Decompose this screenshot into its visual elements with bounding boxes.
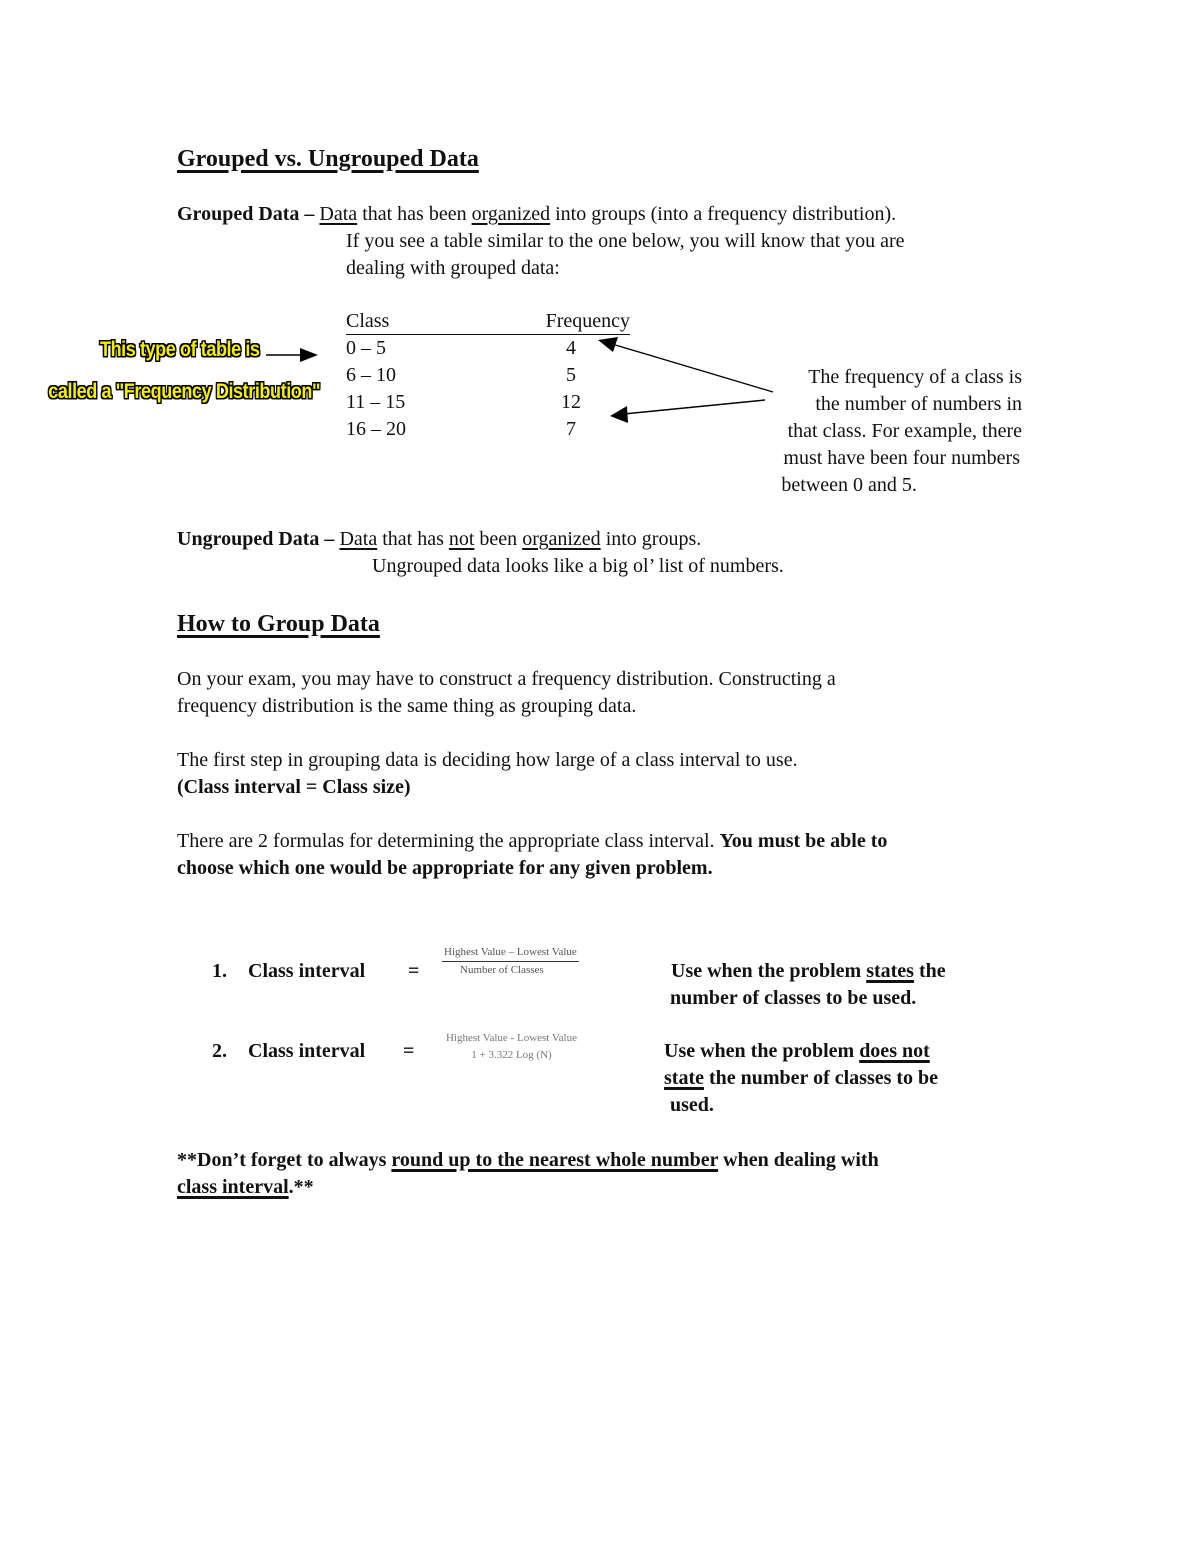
table-row: 0 – 5 4	[346, 335, 630, 362]
ungrouped-def-not: not	[448, 528, 475, 550]
para3-normal: There are 2 formulas for determining the…	[177, 830, 720, 852]
grouped-data-line2: If you see a table similar to the one be…	[346, 230, 905, 252]
cell-frequency: 5	[566, 364, 576, 386]
reminder-line2: class interval.**	[177, 1174, 314, 1201]
header-class: Class	[346, 310, 390, 332]
formula2-usage-line1: Use when the problem does not	[664, 1038, 930, 1065]
grouped-def-data: Data	[319, 203, 358, 225]
ungrouped-def-organized: organized	[522, 528, 601, 550]
ungrouped-data-term: Ungrouped Data –	[177, 528, 335, 550]
para1-line1: On your exam, you may have to construct …	[177, 668, 836, 690]
reminder-text: **Don’t forget to always	[177, 1149, 392, 1171]
formula2-usage-state: state	[664, 1067, 704, 1089]
ungrouped-def-text: been	[474, 528, 523, 550]
callout-arrow-icon	[266, 348, 318, 362]
note-arrow-bottom-icon	[610, 399, 766, 423]
formula1-number: 1.	[212, 960, 227, 982]
formula2-numerator: Highest Value - Lowest Value	[446, 1032, 577, 1044]
formula2-denominator: 1 + 3.322 Log (N)	[471, 1049, 552, 1061]
header-frequency: Frequency	[545, 310, 630, 332]
reminder-line1: **Don’t forget to always round up to the…	[177, 1147, 879, 1174]
cell-class: 6 – 10	[346, 364, 396, 386]
grouped-def-text: that has been	[357, 203, 472, 225]
reminder-class-interval: class interval	[177, 1176, 289, 1198]
formula1-usage-line2: number of classes to be used.	[670, 987, 917, 1009]
formula1-equals: =	[408, 960, 420, 982]
formula2-usage-text: Use when the problem	[664, 1040, 860, 1062]
formula2-usage-line3: used.	[670, 1094, 714, 1116]
section-title-grouped-vs-ungrouped: Grouped vs. Ungrouped Data	[177, 146, 479, 172]
formula1-usage-text: the	[913, 960, 946, 982]
para2-line2: (Class interval = Class size)	[177, 776, 411, 798]
formula2-usage-line2: state the number of classes to be	[664, 1065, 938, 1092]
table-row: 6 – 10 5	[346, 362, 630, 389]
note-line: that class. For example, there	[787, 420, 1022, 442]
section-title-how-to-group: How to Group Data	[177, 611, 380, 637]
cell-class: 16 – 20	[346, 418, 406, 440]
formula1-usage-text: Use when the problem	[671, 960, 867, 982]
frequency-note: The frequency of a class is the number o…	[781, 364, 1022, 499]
ungrouped-data-definition: Ungrouped Data – Data that has not been …	[177, 526, 701, 553]
formula1-usage-states: states	[866, 960, 914, 982]
para3-line1: There are 2 formulas for determining the…	[177, 828, 887, 855]
formula2-equals: =	[403, 1040, 415, 1062]
grouped-def-text-end: into groups (into a frequency distributi…	[550, 203, 897, 225]
formula2-number: 2.	[212, 1040, 227, 1062]
grouped-data-definition: Grouped Data – Data that has been organi…	[177, 201, 896, 228]
grouped-def-organized: organized	[471, 203, 551, 225]
cell-frequency: 7	[566, 418, 576, 440]
formula2-usage-text: the number of classes to be	[703, 1067, 939, 1089]
table-header: Class Frequency	[346, 308, 630, 335]
formula2-usage-does-not: does not	[859, 1040, 930, 1062]
reminder-text: .**	[288, 1176, 314, 1198]
note-line: between 0 and 5.	[781, 474, 917, 496]
ungrouped-data-line2: Ungrouped data looks like a big ol’ list…	[372, 555, 784, 577]
callout-line1: This type of table is	[100, 338, 260, 361]
cell-frequency: 4	[566, 337, 576, 359]
formula1-label: Class interval	[248, 960, 366, 982]
grouped-data-line3: dealing with grouped data:	[346, 257, 560, 279]
para1-line2: frequency distribution is the same thing…	[177, 695, 637, 717]
cell-class: 0 – 5	[346, 337, 386, 359]
cell-frequency: 12	[561, 391, 581, 413]
ungrouped-def-data: Data	[339, 528, 378, 550]
note-line: the number of numbers in	[815, 393, 1022, 415]
reminder-text: when dealing with	[718, 1149, 879, 1171]
grouped-data-term: Grouped Data –	[177, 203, 315, 225]
callout-line2: called a "Frequency Distribution"	[48, 380, 320, 403]
formula1-usage-line1: Use when the problem states the	[671, 958, 946, 985]
para2-line1: The first step in grouping data is decid…	[177, 749, 798, 771]
table-row: 11 – 15 12	[346, 389, 630, 416]
formula1-numerator: Highest Value – Lowest Value	[442, 946, 579, 962]
formula1-fraction: Highest Value – Lowest Value Number of C…	[442, 946, 579, 977]
formula2-label: Class interval	[248, 1040, 366, 1062]
cell-class: 11 – 15	[346, 391, 406, 413]
formula1-denominator: Number of Classes	[460, 964, 544, 976]
ungrouped-def-text: that has	[377, 528, 449, 550]
para3-line2: choose which one would be appropriate fo…	[177, 857, 713, 879]
reminder-round-up: round up to the nearest whole number	[391, 1149, 719, 1171]
note-line: must have been four numbers	[783, 447, 1020, 469]
para3-bold: You must be able to	[719, 830, 888, 852]
frequency-distribution-table: Class Frequency 0 – 5 4 6 – 10 5 11 – 15…	[346, 308, 630, 443]
formula2-fraction: Highest Value - Lowest Value 1 + 3.322 L…	[444, 1032, 579, 1062]
table-row: 16 – 20 7	[346, 416, 630, 443]
note-line: The frequency of a class is	[808, 366, 1022, 388]
ungrouped-def-text-end: into groups.	[600, 528, 702, 550]
